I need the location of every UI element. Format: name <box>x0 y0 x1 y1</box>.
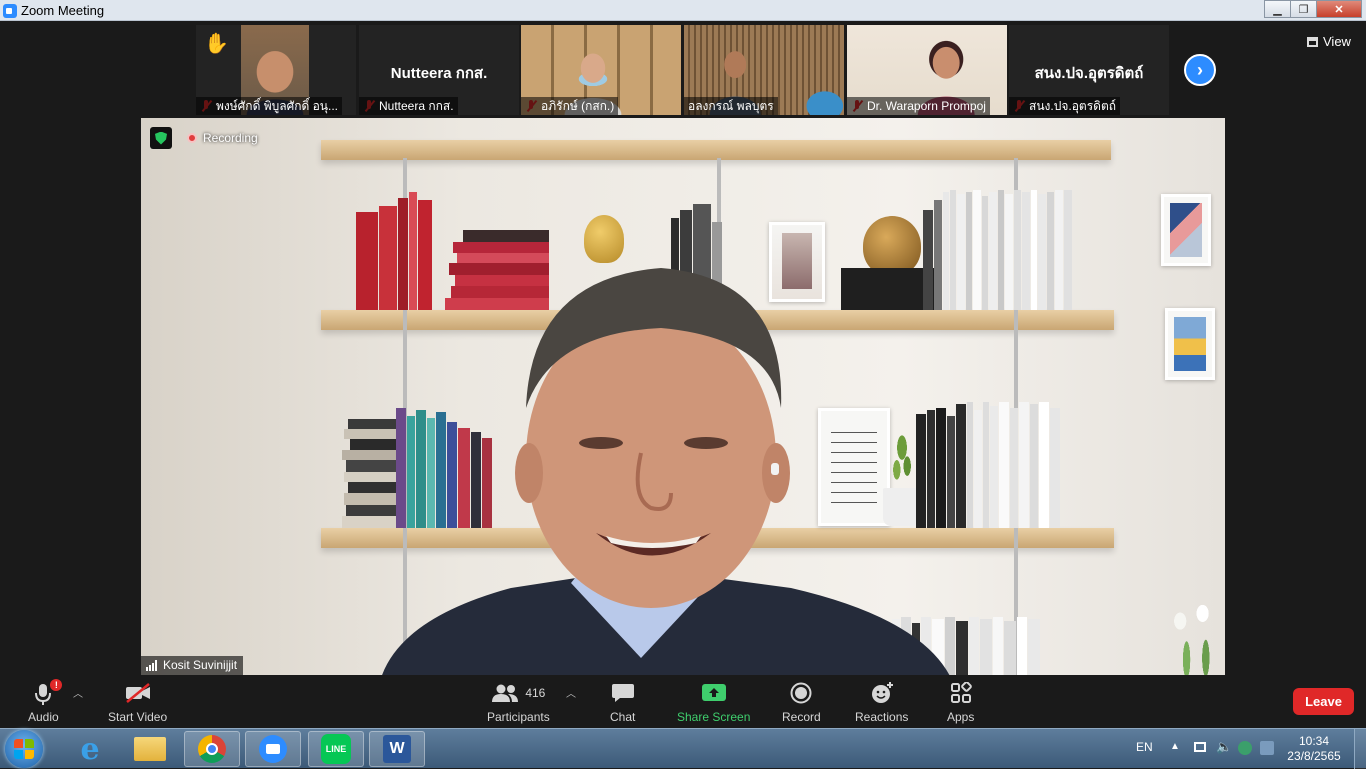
participant-name: Nutteera กกส. <box>359 97 458 115</box>
view-label: View <box>1323 34 1351 49</box>
participant-tile[interactable]: ✋ พงษ์ศักดิ์ พิบูลศักดิ์ อนุ... <box>196 25 356 115</box>
update-tray-icon[interactable] <box>1260 741 1274 755</box>
chrome-icon <box>198 735 226 763</box>
plant-tulips <box>1161 598 1225 675</box>
participant-name: สนง.ปจ.อุตรดิตถ์ <box>1009 97 1120 115</box>
shelf <box>321 140 1111 160</box>
participants-count: 416 <box>525 686 546 700</box>
audio-button[interactable]: ! Audio <box>28 679 63 724</box>
view-grid-icon <box>1307 36 1318 47</box>
participant-tile[interactable]: สนง.ปจ.อุตรดิตถ์ สนง.ปจ.อุตรดิตถ์ <box>1009 25 1169 115</box>
apps-label: Apps <box>947 710 975 724</box>
participants-label: Participants <box>487 710 550 724</box>
app-tray-icon[interactable] <box>1238 741 1252 755</box>
show-desktop-button[interactable] <box>1354 729 1366 769</box>
microphone-icon: ! <box>32 679 63 707</box>
taskbar-clock[interactable]: 10:34 23/8/2565 <box>1284 734 1344 764</box>
next-page-button[interactable]: › <box>1184 54 1216 86</box>
participant-name: อภิรักษ์ (กสก.) <box>521 97 619 115</box>
share-screen-label: Share Screen <box>677 710 751 724</box>
leave-button[interactable]: Leave <box>1293 688 1354 715</box>
reactions-label: Reactions <box>855 710 909 724</box>
share-screen-button[interactable]: Share Screen <box>677 679 750 724</box>
window-title: Zoom Meeting <box>21 3 105 18</box>
chat-icon <box>611 679 635 707</box>
participant-name: Dr. Waraporn Prompoj <box>847 97 990 115</box>
chat-label: Chat <box>610 710 636 724</box>
close-button[interactable]: ✕ <box>1316 0 1362 18</box>
window-controls: ▁ ❐ ✕ <box>1264 0 1362 18</box>
internet-explorer-taskbar-button[interactable]: e <box>62 731 118 767</box>
zoom-taskbar-button[interactable] <box>245 731 301 767</box>
participant-tile[interactable]: Nutteera กกส. Nutteera กกส. <box>359 25 519 115</box>
file-explorer-taskbar-button[interactable] <box>122 731 178 767</box>
word-icon: W <box>383 735 411 763</box>
start-video-label: Start Video <box>108 710 168 724</box>
chevron-right-icon: › <box>1197 59 1203 80</box>
smiley-icon <box>870 679 894 707</box>
show-hidden-icons-icon[interactable]: ▲ <box>1170 741 1180 752</box>
participants-icon <box>492 684 519 702</box>
line-taskbar-button[interactable]: LINE <box>308 731 364 767</box>
title-bar: Zoom Meeting ▁ ❐ ✕ <box>0 0 1366 21</box>
zoom-icon <box>259 735 287 763</box>
record-button[interactable]: Record <box>782 679 821 724</box>
folder-icon <box>134 737 166 761</box>
maximize-button[interactable]: ❐ <box>1290 0 1317 18</box>
participants-icon-wrap: 416 <box>491 679 545 707</box>
clock-time: 10:34 <box>1298 734 1330 748</box>
recording-dot-icon <box>187 133 197 143</box>
security-shield-icon[interactable] <box>150 127 172 149</box>
gallery-strip: ✋ พงษ์ศักดิ์ พิบูลศักดิ์ อนุ... Nutteera… <box>0 22 1366 116</box>
line-icon: LINE <box>321 734 351 764</box>
participant-tile[interactable]: อภิรักษ์ (กสก.) <box>521 25 681 115</box>
participant-name: อลงกรณ์ พลบุตร <box>684 97 778 115</box>
view-button[interactable]: View <box>1307 34 1351 49</box>
speaker-name-tag: Kosit Suvinijjit <box>141 656 244 675</box>
participant-display-name: Nutteera กกส. <box>390 65 488 82</box>
volume-icon[interactable]: 🔈 <box>1216 739 1232 755</box>
start-video-button[interactable]: Start Video <box>108 679 167 724</box>
zoom-window: Zoom Meeting ▁ ❐ ✕ ✋ พงษ์ศักดิ์ พิบูลศัก… <box>0 0 1366 769</box>
record-label: Record <box>782 710 821 724</box>
wall-art-frame <box>1165 308 1215 380</box>
participant-name: พงษ์ศักดิ์ พิบูลศักดิ์ อนุ... <box>196 97 342 115</box>
raised-hand-icon: ✋ <box>204 33 229 55</box>
audio-alert-badge: ! <box>50 679 63 691</box>
word-taskbar-button[interactable]: W <box>369 731 425 767</box>
record-icon <box>790 679 812 707</box>
start-button[interactable] <box>5 730 43 768</box>
participant-tile[interactable]: Dr. Waraporn Prompoj <box>847 25 1007 115</box>
minimize-button[interactable]: ▁ <box>1264 0 1291 18</box>
clock-date: 23/8/2565 <box>1287 749 1341 763</box>
windows-taskbar: e LINE W EN ▲ 🔈 10:34 23/8/2565 <box>0 728 1366 769</box>
video-off-icon <box>124 679 152 707</box>
wall-art-frame <box>1161 194 1211 266</box>
speaker-name: Kosit Suvinijjit <box>163 658 238 672</box>
network-icon[interactable] <box>1194 742 1206 752</box>
chat-button[interactable]: Chat <box>610 679 635 724</box>
internet-explorer-icon: e <box>80 731 100 767</box>
meeting-toolbar: ! Audio ︿ Start Video 416 Participants ︿… <box>0 675 1366 728</box>
speaker-person <box>382 268 950 675</box>
recording-indicator[interactable]: Recording <box>187 131 258 145</box>
language-indicator[interactable]: EN <box>1136 740 1153 754</box>
audio-label: Audio <box>28 710 59 724</box>
participants-button[interactable]: 416 Participants <box>487 679 550 724</box>
recording-label: Recording <box>203 131 258 145</box>
system-tray: EN ▲ 🔈 10:34 23/8/2565 <box>1126 729 1366 769</box>
active-speaker-video[interactable]: Recording Kosit Suvinijjit <box>141 118 1225 675</box>
chrome-taskbar-button[interactable] <box>184 731 240 767</box>
audio-options-caret-icon[interactable]: ︿ <box>73 685 83 700</box>
apps-icon <box>950 679 972 707</box>
apps-button[interactable]: Apps <box>947 679 974 724</box>
zoom-app-icon <box>3 4 17 18</box>
participant-display-name: สนง.ปจ.อุตรดิตถ์ <box>1034 65 1144 82</box>
reactions-button[interactable]: Reactions <box>855 679 908 724</box>
participants-options-caret-icon[interactable]: ︿ <box>566 685 576 700</box>
share-screen-icon <box>701 679 727 707</box>
participant-tile[interactable]: อลงกรณ์ พลบุตร <box>684 25 844 115</box>
connection-signal-icon <box>146 660 158 671</box>
